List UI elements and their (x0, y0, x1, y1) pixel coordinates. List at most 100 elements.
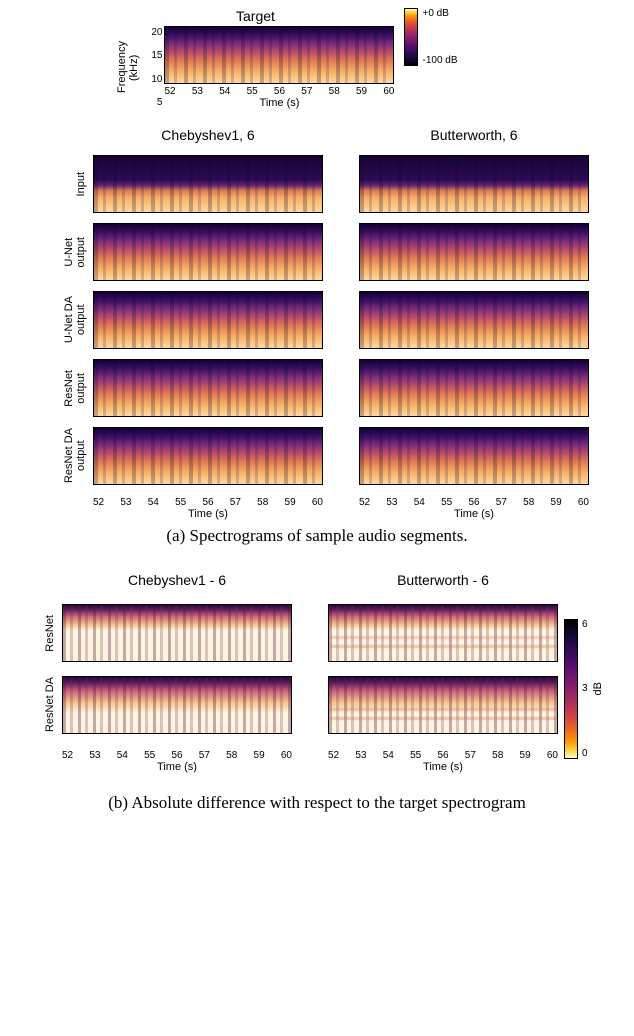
x-axis-label: Time (s) (62, 761, 292, 773)
xtick: 58 (492, 750, 503, 761)
column-title-butterworth: Butterworth, 6 (359, 127, 589, 143)
row-label-resnet-da: ResNet DAoutput (63, 428, 87, 483)
y-axis-ticks: 20 15 10 5 (142, 26, 164, 109)
xaxis-b-right: 52 53 54 55 56 57 58 59 60 Time (s) (328, 748, 558, 773)
xtick: 57 (230, 497, 241, 508)
spec-cheby-input (93, 155, 323, 213)
ytick: 20 (142, 27, 162, 38)
xtick: 52 (328, 750, 339, 761)
xtick: 59 (551, 497, 562, 508)
xtick: 55 (175, 497, 186, 508)
spec-butter-unet (359, 223, 589, 281)
xtick: 58 (226, 750, 237, 761)
colorbar-b-gradient (564, 619, 578, 759)
diff-butter-resnet (328, 604, 558, 662)
column-title-b-chebyshev: Chebyshev1 - 6 (62, 572, 292, 588)
colorbar-tick: -100 dB (422, 55, 457, 66)
xaxis-right: 52 53 54 55 56 57 58 59 60 Time (s) (359, 495, 589, 520)
colorbar-tick: 0 (582, 748, 588, 759)
spectrogram-target (164, 26, 394, 84)
xtick: 52 (164, 86, 175, 97)
xtick: 57 (301, 86, 312, 97)
xtick: 55 (441, 497, 452, 508)
row-label-b-resnet: ResNet (44, 615, 56, 652)
spec-cheby-unet-da (93, 291, 323, 349)
xtick: 60 (281, 750, 292, 761)
colorbar-tick: 3 (582, 683, 588, 694)
x-axis-label: Time (s) (164, 97, 394, 109)
colorbar-a: +0 dB -100 dB (404, 8, 457, 66)
xtick: 54 (414, 497, 425, 508)
x-axis-label: Time (s) (359, 508, 589, 520)
target-row: Target Frequency(kHz) 20 15 10 5 52 53 (8, 8, 626, 109)
x-axis-label: Time (s) (328, 761, 558, 773)
row-label-unet: U-Netoutput (63, 237, 87, 268)
xtick: 56 (274, 86, 285, 97)
colorbar-gradient (404, 8, 418, 66)
xtick: 57 (496, 497, 507, 508)
xtick: 60 (547, 750, 558, 761)
diff-cheby-resnet (62, 604, 292, 662)
spec-cheby-unet (93, 223, 323, 281)
xtick: 57 (199, 750, 210, 761)
xtick: 56 (437, 750, 448, 761)
xtick: 53 (386, 497, 397, 508)
row-label-resnet: ResNetoutput (63, 370, 87, 407)
xtick: 56 (171, 750, 182, 761)
xtick: 58 (329, 86, 340, 97)
target-title: Target (116, 8, 394, 24)
colorbar-ticks: +0 dB -100 dB (422, 8, 457, 66)
diff-cheby-resnet-da (62, 676, 292, 734)
column-title-b-butterworth: Butterworth - 6 (328, 572, 558, 588)
xaxis-left: 52 53 54 55 56 57 58 59 60 Time (s) (93, 495, 323, 520)
xtick: 55 (144, 750, 155, 761)
colorbar-b-ticks: 6 3 0 (582, 619, 588, 759)
xtick: 54 (117, 750, 128, 761)
xtick: 58 (523, 497, 534, 508)
x-axis-ticks: 52 53 54 55 56 57 58 59 60 (164, 84, 394, 97)
y-axis-label: Frequency(kHz) (116, 26, 140, 109)
xtick: 59 (356, 86, 367, 97)
colorbar-b: 6 3 0 dB (564, 619, 620, 759)
colorbar-b-label: dB (592, 682, 604, 695)
xtick: 55 (247, 86, 258, 97)
xtick: 57 (465, 750, 476, 761)
colorbar-tick: 6 (582, 619, 588, 630)
ytick: 15 (142, 50, 162, 61)
xtick: 54 (219, 86, 230, 97)
diff-grid: Chebyshev1 - 6 Butterworth - 6 ResNet 6 … (8, 572, 626, 787)
xtick: 58 (257, 497, 268, 508)
ytick: 10 (142, 74, 162, 85)
spec-butter-resnet-da (359, 427, 589, 485)
xtick: 53 (120, 497, 131, 508)
row-label-unet-da: U-Net DAoutput (63, 296, 87, 343)
xtick: 56 (468, 497, 479, 508)
xtick: 55 (410, 750, 421, 761)
spec-butter-unet-da (359, 291, 589, 349)
xtick: 52 (359, 497, 370, 508)
ytick: 5 (142, 97, 162, 108)
xtick: 59 (285, 497, 296, 508)
xtick: 60 (383, 86, 394, 97)
xtick: 60 (578, 497, 589, 508)
figure-a: Target Frequency(kHz) 20 15 10 5 52 53 (8, 8, 626, 546)
xtick: 53 (89, 750, 100, 761)
target-spectrogram-wrap: Target Frequency(kHz) 20 15 10 5 52 53 (116, 8, 394, 109)
figure-b: Chebyshev1 - 6 Butterworth - 6 ResNet 6 … (8, 572, 626, 813)
xtick: 54 (148, 497, 159, 508)
xaxis-b-left: 52 53 54 55 56 57 58 59 60 Time (s) (62, 748, 292, 773)
xtick: 59 (254, 750, 265, 761)
spectrogram-grid: Chebyshev1, 6 Butterworth, 6 Input U-Net… (8, 127, 626, 520)
column-title-chebyshev: Chebyshev1, 6 (93, 127, 323, 143)
spec-cheby-resnet-da (93, 427, 323, 485)
spec-butter-resnet (359, 359, 589, 417)
row-label-input: Input (75, 172, 87, 196)
xtick: 53 (355, 750, 366, 761)
spec-cheby-resnet (93, 359, 323, 417)
xtick: 53 (192, 86, 203, 97)
xtick: 60 (312, 497, 323, 508)
xtick: 52 (93, 497, 104, 508)
xtick: 52 (62, 750, 73, 761)
caption-b: (b) Absolute difference with respect to … (8, 793, 626, 813)
row-label-b-resnet-da: ResNet DA (44, 677, 56, 732)
